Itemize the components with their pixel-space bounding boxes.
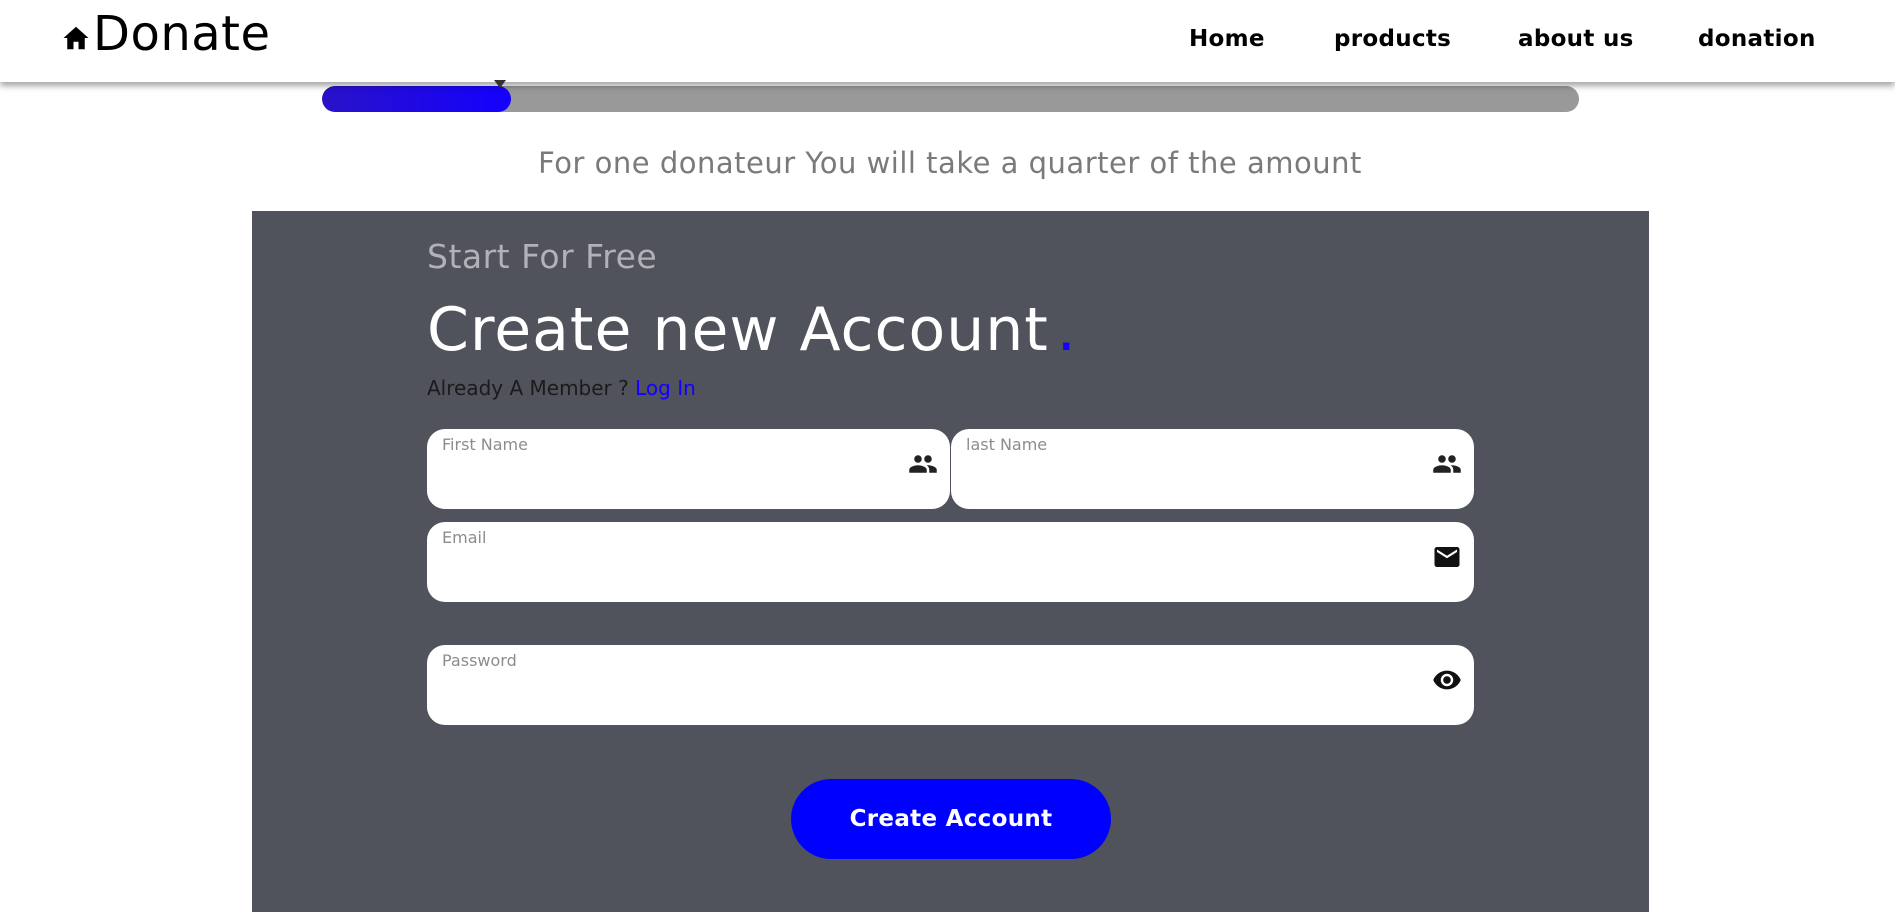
member-prompt: Already A Member ? Log In — [427, 376, 696, 400]
title-dot: . — [1056, 295, 1077, 365]
nav-donation[interactable]: donation — [1698, 26, 1816, 52]
progress-subtitle: For one donateur You will take a quarter… — [538, 146, 1362, 180]
first-name-field[interactable]: First Name — [427, 429, 950, 509]
last-name-label: last Name — [966, 435, 1048, 454]
password-input[interactable] — [442, 679, 1413, 715]
first-name-input[interactable] — [442, 463, 889, 499]
nav-about-us[interactable]: about us — [1518, 26, 1634, 52]
email-input[interactable] — [442, 556, 1413, 592]
form-title: Create new Account. — [427, 295, 1077, 365]
progress-fill — [322, 86, 511, 112]
first-name-label: First Name — [442, 435, 528, 454]
password-field[interactable]: Password — [427, 645, 1474, 725]
email-label: Email — [442, 528, 487, 547]
email-field[interactable]: Email — [427, 522, 1474, 602]
brand-name: Donate — [93, 6, 271, 62]
last-name-input[interactable] — [966, 463, 1413, 499]
password-label: Password — [442, 651, 517, 670]
progress-marker — [494, 80, 506, 88]
home-icon — [63, 26, 89, 50]
form-eyebrow: Start For Free — [427, 237, 658, 276]
signup-panel: Start For Free Create new Account. Alrea… — [252, 211, 1649, 912]
site-header: Donate Home products about us donation — [0, 0, 1895, 82]
eye-icon[interactable] — [1432, 665, 1462, 695]
mail-icon — [1434, 547, 1460, 567]
nav-home[interactable]: Home — [1189, 26, 1265, 52]
brand-logo[interactable]: Donate — [61, 10, 271, 58]
nav-products[interactable]: products — [1334, 26, 1451, 52]
create-account-button[interactable]: Create Account — [791, 779, 1111, 859]
form-title-text: Create new Account — [427, 295, 1049, 365]
member-text: Already A Member ? — [427, 376, 629, 400]
people-icon — [909, 455, 937, 473]
people-icon — [1433, 455, 1461, 473]
login-link[interactable]: Log In — [635, 376, 696, 400]
last-name-field[interactable]: last Name — [951, 429, 1474, 509]
donation-progress-bar — [322, 86, 1579, 112]
